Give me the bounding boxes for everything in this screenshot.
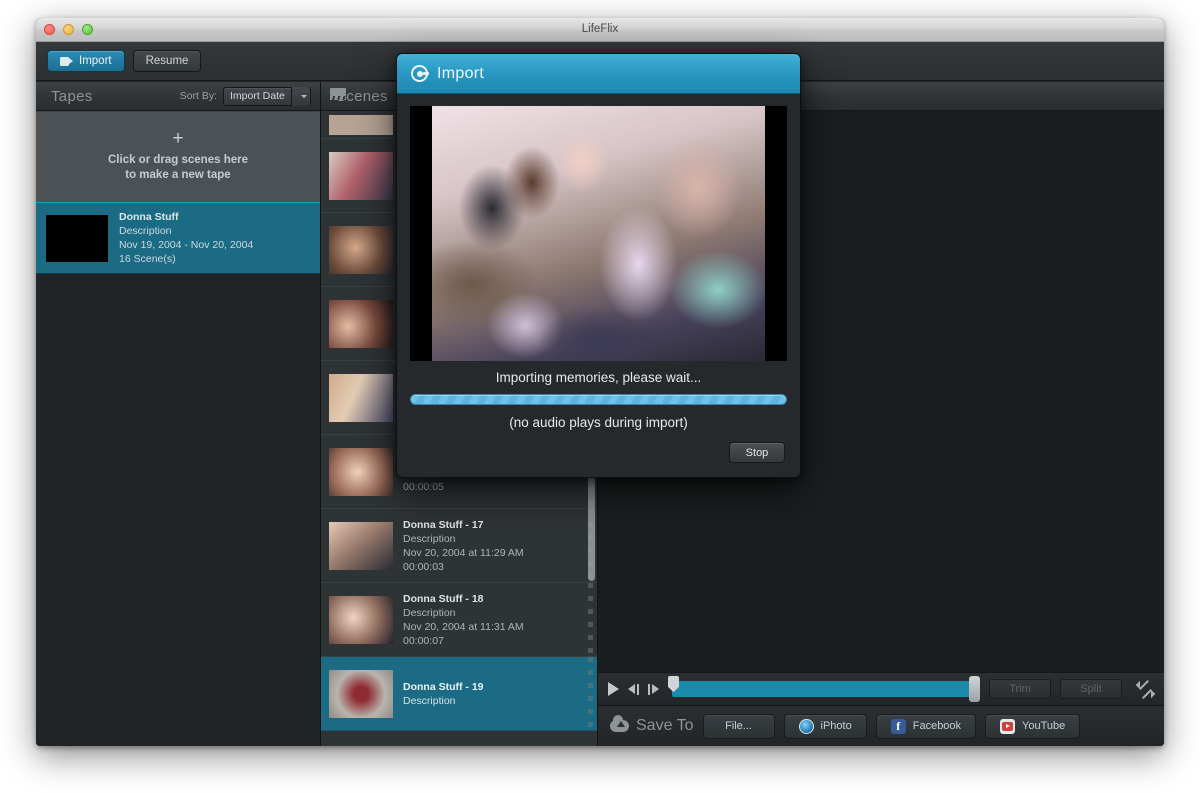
resume-button[interactable]: Resume [132,50,202,72]
save-to-iphoto-button[interactable]: iPhoto [783,713,867,739]
scene-date: Nov 20, 2004 at 11:31 AM [403,620,524,633]
sort-by-select[interactable]: Import Date [223,86,311,106]
film-perforations [588,657,593,730]
import-dialog-titlebar: Import [397,54,800,94]
scene-thumbnail [329,595,393,644]
scene-name: Donna Stuff - 19 [403,680,484,693]
split-button-label: Split [1080,683,1102,695]
step-forward-icon[interactable] [648,683,659,695]
import-status-text: Importing memories, please wait... [495,370,702,385]
scene-description: Description [403,606,456,619]
timeline-in-handle[interactable] [668,676,679,702]
import-audio-note: (no audio plays during import) [509,415,688,430]
import-progress-bar [410,394,787,405]
trim-button[interactable]: Trim [989,679,1051,699]
resume-button-label: Resume [145,55,189,67]
transport-bar: Trim Split [598,672,1164,706]
window-titlebar: LifeFlix [36,18,1164,42]
import-dialog-title: Import [437,64,485,82]
stop-button[interactable]: Stop [729,442,785,463]
sort-by-control: Sort By: Import Date [179,86,311,106]
sort-by-label: Sort By: [179,90,217,102]
new-tape-hint-line1: Click or drag scenes here [108,153,248,166]
step-backward-icon[interactable] [628,683,639,695]
scene-metadata: Donna Stuff - 19 Description [403,681,484,707]
scene-metadata: Donna Stuff - 17 Description Nov 20, 200… [403,519,524,573]
tape-date-range: Nov 19, 2004 - Nov 20, 2004 [119,239,254,251]
scene-thumbnail [329,114,393,135]
tapes-panel-header: Tapes Sort By: Import Date [36,82,320,111]
scene-list-item[interactable]: Donna Stuff - 18 Description Nov 20, 200… [321,583,597,657]
tape-description: Description [119,225,172,237]
scene-thumbnail [329,521,393,570]
scene-description: Description [403,532,456,545]
import-video-frame-image [432,106,765,361]
target-icon [411,65,429,82]
new-tape-hint: Click or drag scenes here to make a new … [108,153,248,183]
save-to-label: Save To [610,715,694,735]
scene-description: Description [403,694,456,707]
scene-metadata: Donna Stuff - 18 Description Nov 20, 200… [403,593,524,647]
timeline-scrubber[interactable] [668,676,980,702]
scene-name: Donna Stuff - 17 [403,518,484,531]
expand-arrows-icon[interactable] [1135,679,1156,699]
save-to-file-button[interactable]: File... [702,713,775,739]
scene-thumbnail [329,373,393,422]
window-title: LifeFlix [581,23,619,35]
scene-thumbnail [329,447,393,496]
import-dialog: Import Importing memories, please wait..… [396,53,801,478]
scene-list-item[interactable]: Donna Stuff - 17 Description Nov 20, 200… [321,509,597,583]
scene-thumbnail [329,299,393,348]
import-button-label: Import [79,55,112,67]
plus-icon: + [172,127,184,149]
scene-date: Nov 20, 2004 at 11:29 AM [403,546,524,559]
facebook-icon: f [890,718,906,734]
scene-duration: 00:00:05 [403,480,444,493]
scene-name: Donna Stuff - 18 [403,592,484,605]
scene-thumbnail [329,225,393,274]
tapes-panel: Tapes Sort By: Import Date + Click or dr… [36,82,321,746]
import-dialog-footer: Stop [729,442,785,463]
new-tape-dropzone[interactable]: + Click or drag scenes here to make a ne… [36,111,320,203]
play-icon[interactable] [608,682,619,696]
video-camera-icon [60,56,73,66]
save-to-text: Save To [636,717,694,734]
tape-scene-count: 16 Scene(s) [119,253,176,265]
tape-name: Donna Stuff [119,211,179,223]
stop-button-label: Stop [745,446,769,459]
save-to-iphoto-label: iPhoto [820,720,852,732]
app-window: LifeFlix Import Resume Tapes Sort By: Im… [36,18,1164,746]
save-to-youtube-button[interactable]: YouTube [985,713,1081,739]
save-to-bar: Save To File... iPhoto f Facebook YouTub… [598,706,1164,746]
save-to-facebook-button[interactable]: f Facebook [875,713,977,739]
new-tape-hint-line2: to make a new tape [125,168,231,181]
scene-duration: 00:00:03 [403,560,444,573]
save-to-file-label: File... [725,720,752,732]
tape-list-item[interactable]: Donna Stuff Description Nov 19, 2004 - N… [36,203,320,274]
sort-by-value: Import Date [230,90,285,102]
scene-thumbnail [329,151,393,200]
tape-metadata: Donna Stuff Description Nov 19, 2004 - N… [119,211,253,265]
timeline-out-handle[interactable] [969,676,980,702]
tapes-panel-title: Tapes [51,87,93,105]
iphoto-icon [798,718,814,734]
import-button[interactable]: Import [47,50,125,72]
film-perforations [588,583,593,656]
split-button[interactable]: Split [1060,679,1122,699]
import-dialog-body: Importing memories, please wait... (no a… [397,94,800,430]
chevron-down-icon[interactable] [291,86,310,106]
scene-duration: 00:00:07 [403,634,444,647]
scene-list-item-selected[interactable]: Donna Stuff - 19 Description [321,657,597,731]
youtube-icon [1000,718,1016,734]
save-to-facebook-label: Facebook [912,720,962,732]
trim-button-label: Trim [1009,683,1031,695]
tape-thumbnail [46,214,108,262]
save-to-youtube-label: YouTube [1022,720,1066,732]
screenshot-root: LifeFlix Import Resume Tapes Sort By: Im… [0,0,1200,793]
import-video-preview [410,106,787,361]
scene-thumbnail [329,669,393,718]
cloud-upload-icon [610,715,629,732]
